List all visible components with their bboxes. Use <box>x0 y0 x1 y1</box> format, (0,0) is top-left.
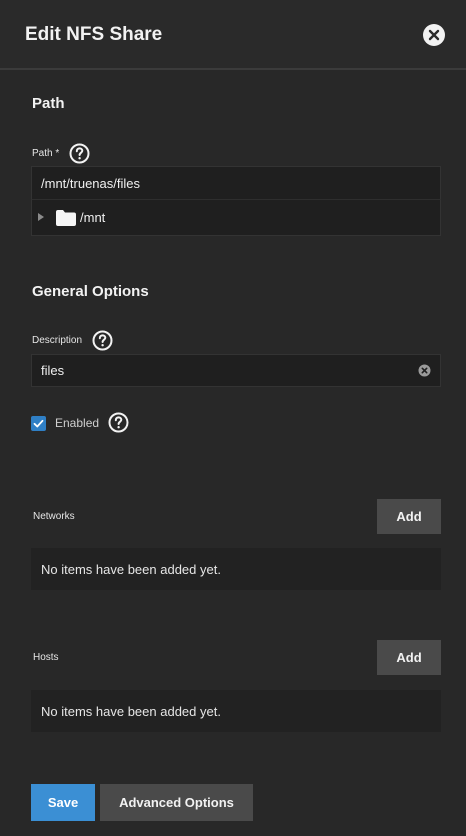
checkmark-icon <box>33 419 44 428</box>
enabled-help-icon[interactable] <box>108 412 129 433</box>
hosts-list: No items have been added yet. <box>31 690 441 732</box>
advanced-options-button[interactable]: Advanced Options <box>100 784 253 821</box>
general-options-title: General Options <box>32 283 149 300</box>
networks-label: Networks <box>33 511 75 522</box>
path-input-value: /mnt/truenas/files <box>41 176 140 191</box>
description-input-value: files <box>41 363 65 378</box>
add-network-button[interactable]: Add <box>377 499 441 534</box>
description-help-icon[interactable] <box>92 330 113 351</box>
clear-input-icon[interactable] <box>418 364 431 377</box>
save-button[interactable]: Save <box>31 784 95 821</box>
dialog-title: Edit NFS Share <box>25 24 163 45</box>
path-input[interactable]: /mnt/truenas/files <box>31 166 441 200</box>
hosts-label: Hosts <box>33 652 59 663</box>
path-tree-item-mnt[interactable]: /mnt <box>31 199 441 236</box>
path-help-icon[interactable] <box>69 143 90 164</box>
networks-list: No items have been added yet. <box>31 548 441 590</box>
dialog-header: Edit NFS Share <box>0 0 466 70</box>
enabled-checkbox[interactable] <box>31 416 46 431</box>
enabled-label: Enabled <box>55 416 100 430</box>
description-input[interactable]: files <box>31 354 441 387</box>
path-label: Path * <box>32 148 60 159</box>
add-host-button[interactable]: Add <box>377 640 441 675</box>
close-button[interactable] <box>423 24 445 46</box>
path-section-title: Path <box>32 95 65 112</box>
description-label: Description <box>32 335 83 346</box>
close-icon <box>428 29 440 41</box>
networks-empty-text: No items have been added yet. <box>41 562 221 577</box>
tree-item-label: /mnt <box>80 210 106 225</box>
hosts-empty-text: No items have been added yet. <box>41 704 221 719</box>
folder-icon <box>56 210 76 226</box>
expand-arrow-icon[interactable] <box>38 213 44 221</box>
